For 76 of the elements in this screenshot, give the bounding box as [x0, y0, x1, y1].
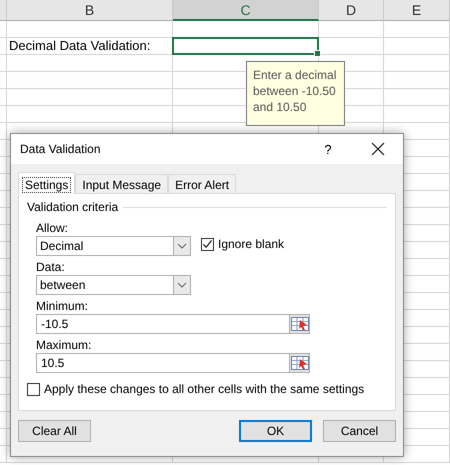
row-header[interactable] — [0, 395, 7, 412]
row-header[interactable] — [0, 38, 7, 55]
sheet-cell[interactable] — [7, 21, 173, 38]
row-header[interactable] — [0, 123, 7, 140]
row-header[interactable] — [0, 446, 7, 463]
row-header[interactable] — [0, 140, 7, 157]
checkbox[interactable] — [201, 238, 214, 250]
row-header[interactable] — [0, 174, 7, 191]
row-header[interactable] — [0, 21, 7, 38]
column-header[interactable]: B — [7, 0, 173, 21]
row-header[interactable] — [0, 310, 7, 327]
chevron-icon — [177, 282, 187, 288]
field-label: Data: — [36, 260, 65, 275]
checkbox-label[interactable]: Ignore blank — [218, 237, 284, 251]
row-header[interactable] — [0, 55, 7, 72]
row-header[interactable] — [0, 208, 7, 225]
data-dropdown[interactable]: between — [36, 275, 191, 295]
row-header[interactable] — [0, 378, 7, 395]
field-label: Minimum: — [36, 299, 88, 314]
corner-header[interactable] — [0, 0, 7, 21]
row-header[interactable] — [0, 72, 7, 89]
fill-handle[interactable] — [314, 50, 321, 57]
sheet-cell[interactable] — [319, 38, 384, 55]
row-header[interactable] — [0, 429, 7, 446]
row-header[interactable] — [0, 293, 7, 310]
sheet-cell[interactable] — [384, 89, 450, 106]
minimum-field[interactable]: -10.5 — [36, 314, 289, 334]
range-select-button[interactable] — [289, 314, 310, 334]
column-header[interactable]: D — [319, 0, 384, 21]
row-header[interactable] — [0, 344, 7, 361]
range-select-button[interactable] — [289, 353, 310, 373]
row-header[interactable] — [0, 191, 7, 208]
sheet-cell[interactable] — [384, 21, 450, 38]
tab[interactable]: Settings — [18, 172, 76, 194]
column-header[interactable]: E — [384, 0, 450, 21]
column-header[interactable]: C — [173, 0, 319, 21]
input-tooltip: Enter a decimal between -10.50 and 10.50 — [246, 61, 346, 126]
close-icon — [371, 142, 385, 156]
tab[interactable]: Error Alert — [168, 174, 236, 193]
dialog-button[interactable]: Clear All — [18, 420, 91, 442]
tab[interactable]: Input Message — [75, 174, 168, 193]
row-header[interactable] — [0, 157, 7, 174]
selected-cell[interactable] — [172, 37, 319, 55]
row-header[interactable] — [0, 361, 7, 378]
row-header[interactable] — [0, 327, 7, 344]
row-header[interactable] — [0, 242, 7, 259]
field-label: Maximum: — [36, 338, 92, 353]
sheet-cell[interactable] — [319, 21, 384, 38]
field-label: Allow: — [36, 221, 68, 236]
row-header[interactable] — [0, 259, 7, 276]
sheet-cell[interactable] — [384, 72, 450, 89]
checkbox[interactable] — [27, 382, 40, 396]
dialog-button[interactable]: Cancel — [323, 420, 396, 442]
group-title: Validation criteria — [27, 200, 118, 214]
chevron-icon — [177, 243, 187, 249]
sheet-cell[interactable] — [7, 89, 173, 106]
row-header[interactable] — [0, 276, 7, 293]
window-title: Data Validation — [20, 142, 102, 156]
row-header[interactable] — [0, 89, 7, 106]
sheet-cell[interactable] — [384, 38, 450, 55]
dialog-button[interactable]: OK — [239, 420, 312, 442]
allow-dropdown[interactable]: Decimal — [36, 236, 191, 256]
row-header[interactable] — [0, 225, 7, 242]
help-button[interactable]: ? — [313, 136, 343, 162]
range-select-icon — [290, 317, 308, 331]
sheet-cell[interactable] — [384, 106, 450, 123]
row-header[interactable] — [0, 106, 7, 123]
sheet-cell[interactable] — [7, 106, 173, 123]
row-header[interactable] — [0, 412, 7, 429]
sheet-cell[interactable] — [7, 72, 173, 89]
checkbox-label[interactable]: Apply these changes to all other cells with the same settings — [44, 382, 364, 396]
sheet-cell[interactable] — [384, 55, 450, 72]
range-select-icon — [290, 356, 308, 370]
maximum-field[interactable]: 10.5 — [36, 353, 289, 373]
sheet-cell[interactable] — [7, 55, 173, 72]
cell-text: Decimal Data Validation: — [7, 38, 173, 55]
